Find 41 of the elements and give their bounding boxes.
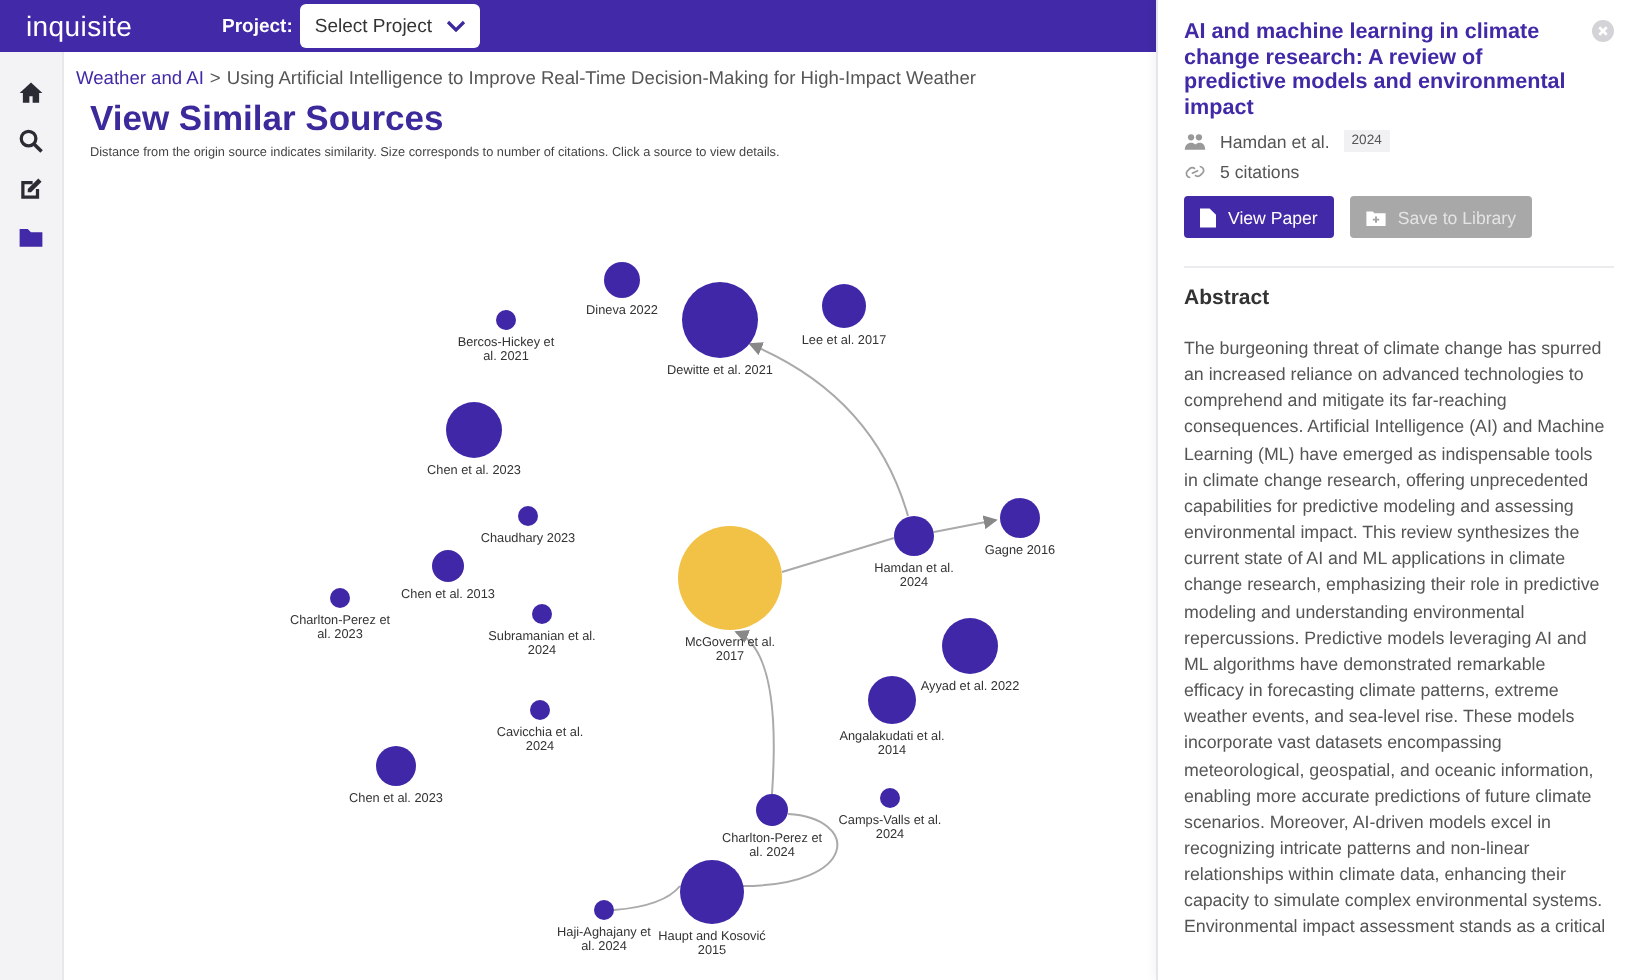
authors-text: Hamdan et al. <box>1220 131 1330 151</box>
source-node[interactable] <box>376 746 416 786</box>
paper-title: AI and machine learning in climate change research: A review of predictive models and environmental impact <box>1184 20 1568 120</box>
source-node[interactable] <box>530 700 550 720</box>
source-node[interactable] <box>868 676 916 724</box>
abstract-heading: Abstract <box>1184 286 1272 310</box>
app-logo[interactable]: inquisite <box>26 10 222 42</box>
project-dropdown[interactable]: Select Project <box>300 4 480 48</box>
source-node[interactable] <box>432 550 464 582</box>
source-node[interactable] <box>604 262 640 298</box>
source-node[interactable] <box>680 860 744 924</box>
source-node[interactable] <box>446 402 502 458</box>
source-node[interactable] <box>880 788 900 808</box>
citations-count: 5 citations <box>1220 162 1300 182</box>
breadcrumb-current: Using Artificial Intelligence to Improve Real-Time Decision-Making for High-Impact Weather <box>226 68 976 88</box>
chevron-down-icon <box>446 20 466 32</box>
source-node[interactable] <box>942 618 998 674</box>
connector-arrow <box>933 515 998 533</box>
source-node[interactable] <box>330 588 350 608</box>
origin-node[interactable] <box>678 526 782 630</box>
connector-line <box>613 885 681 911</box>
source-node[interactable] <box>1000 498 1040 538</box>
source-node[interactable] <box>682 282 758 358</box>
page-title: View Similar Sources <box>90 98 446 140</box>
search-icon[interactable] <box>14 124 48 158</box>
source-node[interactable] <box>518 506 538 526</box>
source-node[interactable] <box>532 604 552 624</box>
document-icon <box>1200 207 1216 227</box>
source-node[interactable] <box>594 900 614 920</box>
source-node[interactable] <box>496 310 516 330</box>
breadcrumb-link[interactable]: Weather and AI <box>76 68 204 88</box>
abstract-text: The burgeoning threat of climate change has spurred an increased reliance on advanced technologies to comprehend and mitigate its far-reaching consequences. Artificial Intelligence (AI) and Machine Learning (ML) have emerged as indispensable tools in climate change research, offering unprecedented capabilities for predictive modeling and assessing environmental impact. This review synthesizes the current state of AI and ML applications in climate change research, emphasizing their role in predictive modeling and understanding environmental repercussions. Predictive models leveraging AI and ML algorithms have demonstrated remarkable efficacy in forecasting climate patterns, extreme weather events, and sea-level rise. These models incorporate vast datasets encompassing meteorological, geospatial, and oceanic information, enabling more accurate predictions of future climate scenarios. Moreover, AI-driven models excel in recognizing intricate patterns and non-linear relationships within climate data, enhancing their capacity to simulate complex environmental systems. Environmental impact assessment stands as a critical <box>1184 336 1608 941</box>
source-node[interactable] <box>756 794 788 826</box>
link-icon <box>1184 162 1206 182</box>
source-node[interactable] <box>822 284 866 328</box>
people-icon <box>1184 131 1206 151</box>
view-paper-button[interactable]: View Paper <box>1184 196 1334 238</box>
source-node[interactable] <box>894 516 934 556</box>
project-label: Project: <box>222 15 293 37</box>
breadcrumb-separator: > <box>209 68 221 88</box>
folder-plus-icon <box>1365 209 1386 225</box>
